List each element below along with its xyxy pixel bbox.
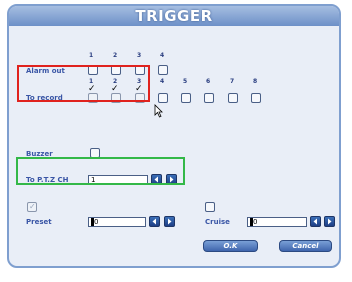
cruise-value: 0 [253, 218, 258, 226]
arrow-right-icon [328, 218, 332, 225]
record-checkbox-7[interactable] [228, 93, 238, 103]
record-checkbox-8[interactable] [251, 93, 261, 103]
record-channel-6-number: 6 [206, 78, 211, 85]
alarm-out-channel-2-number: 2 [113, 52, 118, 59]
record-checkbox-5[interactable] [181, 93, 191, 103]
arrow-right-icon [168, 218, 172, 225]
check-icon: ✓ [29, 202, 36, 211]
preset-label: Preset [26, 218, 52, 226]
highlight-box-red [17, 65, 150, 102]
cruise-field[interactable]: 0 [247, 217, 307, 227]
alarm-out-channel-4-number: 4 [160, 52, 165, 59]
cruise-next-button[interactable] [324, 216, 335, 227]
ok-button[interactable]: O.K [203, 240, 258, 252]
alarm-out-channel-3-number: 3 [137, 52, 142, 59]
record-checkbox-6[interactable] [204, 93, 214, 103]
record-channel-8-number: 8 [253, 78, 258, 85]
cruise-label: Cruise [205, 218, 230, 226]
record-channel-5-number: 5 [183, 78, 188, 85]
alarm-out-channel-1-number: 1 [89, 52, 94, 59]
record-channel-4-number: 4 [160, 78, 165, 85]
preset-prev-button[interactable] [149, 216, 160, 227]
trigger-dialog [7, 4, 341, 268]
arrow-left-icon [152, 218, 156, 225]
dialog-title: TRIGGER [135, 7, 213, 25]
record-channel-7-number: 7 [230, 78, 235, 85]
cruise-prev-button[interactable] [310, 216, 321, 227]
cancel-button[interactable]: Cancel [279, 240, 332, 252]
cruise-checkbox[interactable] [205, 202, 215, 212]
preset-field[interactable]: 0 [88, 217, 146, 227]
preset-next-button[interactable] [164, 216, 175, 227]
mouse-pointer-icon [154, 104, 163, 118]
alarm-out-checkbox-4[interactable] [158, 65, 168, 75]
highlight-box-green [16, 157, 185, 185]
record-checkbox-4[interactable] [158, 93, 168, 103]
preset-checkbox[interactable]: ✓ [27, 202, 37, 212]
preset-value: 0 [94, 218, 99, 226]
arrow-left-icon [313, 218, 317, 225]
